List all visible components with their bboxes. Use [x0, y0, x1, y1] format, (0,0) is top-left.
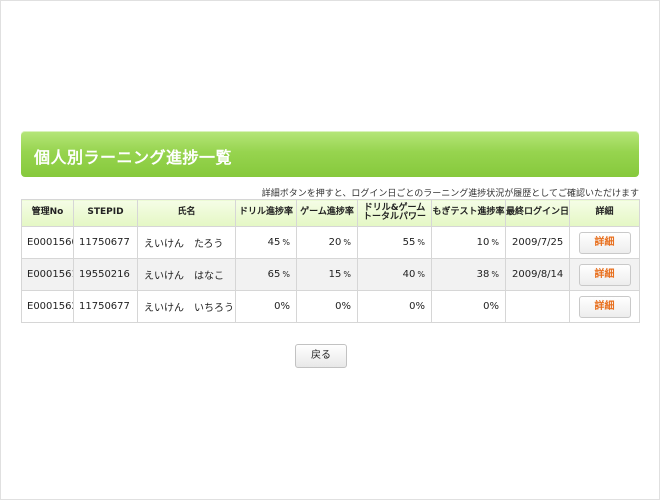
cell-mock: 38% — [431, 258, 506, 291]
cell-game: 20% — [296, 226, 358, 259]
cell-drill-value: 45 — [267, 237, 281, 248]
cell-detail: 詳細 — [569, 290, 640, 323]
page-title: 個人別ラーニング進捗一覧 — [34, 148, 233, 167]
cell-power: 40% — [357, 258, 432, 291]
header-game: ゲーム進捗率 — [296, 199, 358, 227]
cell-power-value: 40 — [402, 269, 416, 280]
cell-drill: 45% — [235, 226, 297, 259]
detail-button[interactable]: 詳細 — [578, 231, 631, 254]
cell-power: 55% — [357, 226, 432, 259]
cell-power-unit: % — [417, 270, 425, 279]
cell-detail: 詳細 — [569, 258, 640, 291]
table-header-row: 管理No STEPID 氏名 ドリル進捗率 ゲーム進捗率 ドリル&ゲーム トータ… — [21, 199, 640, 227]
cell-drill-unit: % — [282, 270, 290, 279]
cell-stepid: 11750677 — [73, 226, 138, 259]
header-total-power: ドリル&ゲーム トータルパワー — [357, 199, 432, 227]
cell-id: E0001562 — [21, 290, 74, 323]
cell-id: E0001560 — [21, 226, 74, 259]
cell-drill: 0% — [235, 290, 297, 323]
cell-stepid: 19550216 — [73, 258, 138, 291]
cell-drill-value: 65 — [267, 269, 281, 280]
cell-last-login: 2009/7/25 — [505, 226, 570, 259]
cell-game-unit: % — [343, 238, 351, 247]
cell-game: 0% — [296, 290, 358, 323]
cell-drill-unit: % — [282, 238, 290, 247]
header-drill: ドリル進捗率 — [235, 199, 297, 227]
cell-name: えいけん たろう — [137, 226, 236, 259]
cell-name: えいけん はなこ — [137, 258, 236, 291]
cell-game-value: 20 — [328, 237, 342, 248]
cell-id: E0001561 — [21, 258, 74, 291]
cell-detail: 詳細 — [569, 226, 640, 259]
cell-game-unit: % — [343, 270, 351, 279]
detail-button[interactable]: 詳細 — [578, 263, 631, 286]
cell-mock-value: 10 — [476, 237, 490, 248]
cell-mock-unit: % — [491, 270, 499, 279]
header-id: 管理No — [21, 199, 74, 227]
header-stepid: STEPID — [73, 199, 138, 227]
cell-stepid: 11750677 — [73, 290, 138, 323]
table-row: E0001561 19550216 えいけん はなこ 65% 15% 40% 3… — [21, 258, 640, 291]
cell-game-value: 15 — [328, 269, 342, 280]
header-total-power-line2: トータルパワー — [362, 212, 426, 222]
header-detail: 詳細 — [569, 199, 640, 227]
header-name: 氏名 — [137, 199, 236, 227]
header-last-login: 最終ログイン日 — [505, 199, 570, 227]
cell-game: 15% — [296, 258, 358, 291]
cell-last-login — [505, 290, 570, 323]
detail-button[interactable]: 詳細 — [578, 295, 631, 318]
cell-mock: 0% — [431, 290, 506, 323]
progress-table: 管理No STEPID 氏名 ドリル進捗率 ゲーム進捗率 ドリル&ゲーム トータ… — [21, 199, 640, 323]
cell-power: 0% — [357, 290, 432, 323]
table-row: E0001562 11750677 えいけん いちろう 0% 0% 0% 0% … — [21, 290, 640, 323]
cell-drill: 65% — [235, 258, 297, 291]
detail-notice: 詳細ボタンを押すと、ログイン日ごとのラーニング進捗状況が履歴としてご確認いただけ… — [261, 189, 639, 199]
cell-power-unit: % — [417, 238, 425, 247]
title-bar: 個人別ラーニング進捗一覧 — [21, 131, 639, 177]
cell-mock-value: 38 — [476, 269, 490, 280]
cell-name: えいけん いちろう — [137, 290, 236, 323]
cell-mock-unit: % — [491, 238, 499, 247]
cell-last-login: 2009/8/14 — [505, 258, 570, 291]
back-button[interactable]: 戻る — [295, 344, 347, 368]
header-mock: もぎテスト進捗率 — [431, 199, 506, 227]
cell-power-value: 55 — [402, 237, 416, 248]
cell-mock: 10% — [431, 226, 506, 259]
table-row: E0001560 11750677 えいけん たろう 45% 20% 55% 1… — [21, 226, 640, 259]
